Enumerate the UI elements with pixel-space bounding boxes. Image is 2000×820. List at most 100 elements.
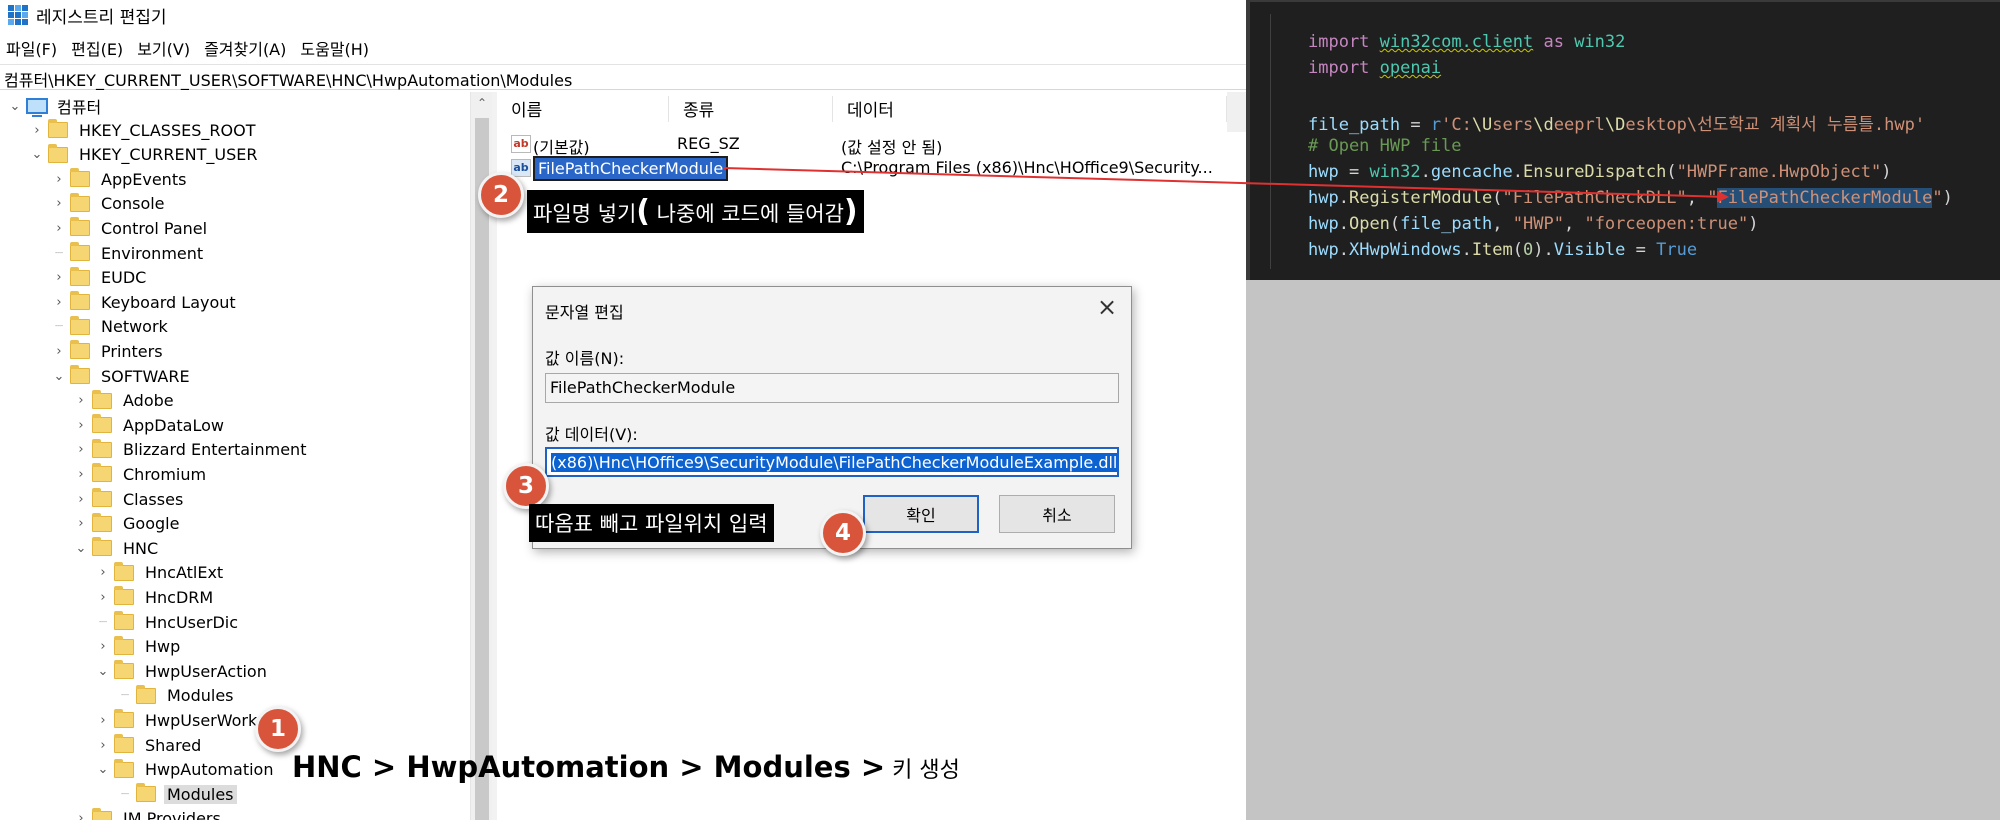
- code-token: \D: [1604, 115, 1626, 135]
- tree-item-label: Adobe: [123, 391, 174, 411]
- ok-button[interactable]: 확인: [863, 495, 979, 533]
- address-bar[interactable]: 컴퓨터\HKEY_CURRENT_USER\SOFTWARE\HNC\HwpAu…: [0, 64, 1246, 90]
- tree-item-label: EUDC: [101, 268, 147, 288]
- tree-item[interactable]: › Shared: [96, 733, 204, 757]
- tree-item[interactable]: › Hwp: [96, 635, 183, 659]
- cancel-button[interactable]: 취소: [999, 495, 1115, 533]
- scrollbar-thumb[interactable]: [475, 118, 489, 820]
- tree-item-label: AppEvents: [101, 169, 187, 189]
- values-scrollbar[interactable]: [1227, 92, 1246, 132]
- code-token: .: [1512, 162, 1524, 182]
- chevron-right-icon[interactable]: ›: [96, 713, 110, 728]
- chevron-down-icon[interactable]: ⌄: [52, 369, 66, 384]
- column-header-data[interactable]: 데이터: [833, 96, 1227, 122]
- code-token: openai: [1379, 58, 1442, 78]
- tree-item-label: Shared: [145, 735, 202, 755]
- code-token: eeprl: [1553, 115, 1605, 135]
- scroll-up-icon[interactable]: ⌃: [474, 96, 490, 112]
- chevron-right-icon[interactable]: ›: [74, 418, 88, 433]
- tree-item[interactable]: ┈ HncUserDic: [96, 610, 241, 634]
- code-token: hwp: [1308, 188, 1339, 208]
- tree-item[interactable]: › AppDataLow: [74, 413, 227, 437]
- folder-icon: [114, 586, 134, 606]
- tree-item[interactable]: › HwpUserWorks: [96, 708, 269, 732]
- tree-item[interactable]: ⌄ HNC: [74, 536, 161, 560]
- tree-item[interactable]: › HncDRM: [96, 585, 216, 609]
- value-data-field[interactable]: (x86)\Hnc\HOffice9\SecurityModule\FilePa…: [545, 447, 1119, 477]
- column-header-name[interactable]: 이름: [497, 96, 669, 122]
- chevron-right-icon[interactable]: ›: [96, 590, 110, 605]
- chevron-down-icon[interactable]: ⌄: [74, 541, 88, 556]
- tree-item-computer[interactable]: ⌄ 컴퓨터: [8, 94, 104, 118]
- folder-icon: [92, 537, 112, 557]
- column-header-type[interactable]: 종류: [669, 96, 833, 122]
- callout-paren-close: ): [843, 194, 858, 229]
- chevron-right-icon[interactable]: ›: [96, 738, 110, 753]
- tree-item[interactable]: ┈ Network: [52, 315, 171, 339]
- tree-item[interactable]: › Chromium: [74, 462, 209, 486]
- close-icon[interactable]: ×: [1091, 291, 1123, 323]
- menu-file[interactable]: 파일(F): [0, 36, 65, 62]
- tree-item[interactable]: › Console: [52, 192, 168, 216]
- value-row-default[interactable]: ab (기본값) REG_SZ (값 설정 안 됨): [497, 132, 1227, 157]
- tree-item[interactable]: › Printers: [52, 339, 166, 363]
- menu-help[interactable]: 도움말(H): [294, 36, 377, 62]
- tree-item[interactable]: › Blizzard Entertainment: [74, 438, 309, 462]
- chevron-right-icon[interactable]: ›: [74, 442, 88, 457]
- chevron-down-icon[interactable]: ⌄: [8, 99, 22, 114]
- code-comment: # Open HWP file: [1308, 136, 1462, 156]
- value-name-rename-field[interactable]: FilePathCheckerModule: [532, 156, 729, 181]
- tree-item[interactable]: ┈ Environment: [52, 241, 206, 265]
- chevron-right-icon[interactable]: ›: [96, 639, 110, 654]
- tree-item-label: HKEY_CLASSES_ROOT: [79, 120, 256, 140]
- tree-item-label: Network: [101, 317, 168, 337]
- chevron-right-icon[interactable]: ›: [52, 270, 66, 285]
- callout-filename-text: 파일명 넣기: [533, 202, 637, 226]
- tree-item[interactable]: › Control Panel: [52, 216, 210, 240]
- tree-item-label: Keyboard Layout: [101, 292, 236, 312]
- tree-item[interactable]: ⌄ HwpAutomation: [96, 758, 276, 782]
- tree-item[interactable]: ⌄ SOFTWARE: [52, 364, 193, 388]
- tree-item[interactable]: › Google: [74, 512, 182, 536]
- callout-filename-note: 나중에 코드에 들어감: [650, 202, 844, 226]
- tree-item[interactable]: › HKEY_CLASSES_ROOT: [30, 118, 258, 142]
- value-row-filepathcheckermodule[interactable]: ab FilePathCheckerModule C:\Program File…: [497, 156, 1227, 181]
- folder-icon: [48, 143, 68, 163]
- tree-item[interactable]: ⌄ HwpUserAction: [96, 659, 270, 683]
- chevron-right-icon[interactable]: ›: [74, 467, 88, 482]
- tree-item[interactable]: › AppEvents: [52, 167, 189, 191]
- tree-item[interactable]: ⌄ HKEY_CURRENT_USER: [30, 143, 260, 167]
- tree-item[interactable]: › IM Providers: [74, 807, 224, 820]
- chevron-right-icon[interactable]: ›: [74, 492, 88, 507]
- menu-view[interactable]: 보기(V): [131, 36, 198, 62]
- tree-item[interactable]: ┈ Modules: [118, 684, 237, 708]
- chevron-right-icon[interactable]: ›: [96, 565, 110, 580]
- chevron-right-icon[interactable]: ›: [52, 172, 66, 187]
- value-data-text: (x86)\Hnc\HOffice9\SecurityModule\FilePa…: [551, 453, 1118, 472]
- chevron-right-icon[interactable]: ›: [52, 344, 66, 359]
- code-token: hwp: [1308, 162, 1339, 182]
- tree-item[interactable]: › HncAtlExt: [96, 561, 226, 585]
- tree-item[interactable]: › Classes: [74, 487, 186, 511]
- value-name-field[interactable]: FilePathCheckerModule: [545, 373, 1119, 403]
- chevron-down-icon[interactable]: ⌄: [96, 762, 110, 777]
- menu-favorites[interactable]: 즐겨찾기(A): [198, 36, 294, 62]
- code-token: ).: [1533, 240, 1554, 260]
- chevron-down-icon[interactable]: ⌄: [96, 664, 110, 679]
- menu-edit[interactable]: 편집(E): [65, 36, 131, 62]
- folder-icon: [92, 807, 112, 820]
- chevron-right-icon[interactable]: ›: [74, 811, 88, 820]
- chevron-right-icon[interactable]: ›: [30, 123, 44, 138]
- chevron-right-icon[interactable]: ›: [52, 196, 66, 211]
- code-token: import: [1308, 32, 1370, 52]
- tree-item[interactable]: › EUDC: [52, 266, 149, 290]
- tree-item[interactable]: › Keyboard Layout: [52, 290, 239, 314]
- code-token: 0: [1523, 240, 1534, 260]
- tree-item[interactable]: › Adobe: [74, 389, 177, 413]
- tree-item[interactable]: ┈ Modules: [118, 782, 237, 806]
- chevron-right-icon[interactable]: ›: [52, 295, 66, 310]
- chevron-right-icon[interactable]: ›: [74, 516, 88, 531]
- chevron-down-icon[interactable]: ⌄: [30, 147, 44, 162]
- chevron-right-icon[interactable]: ›: [74, 393, 88, 408]
- chevron-right-icon[interactable]: ›: [52, 221, 66, 236]
